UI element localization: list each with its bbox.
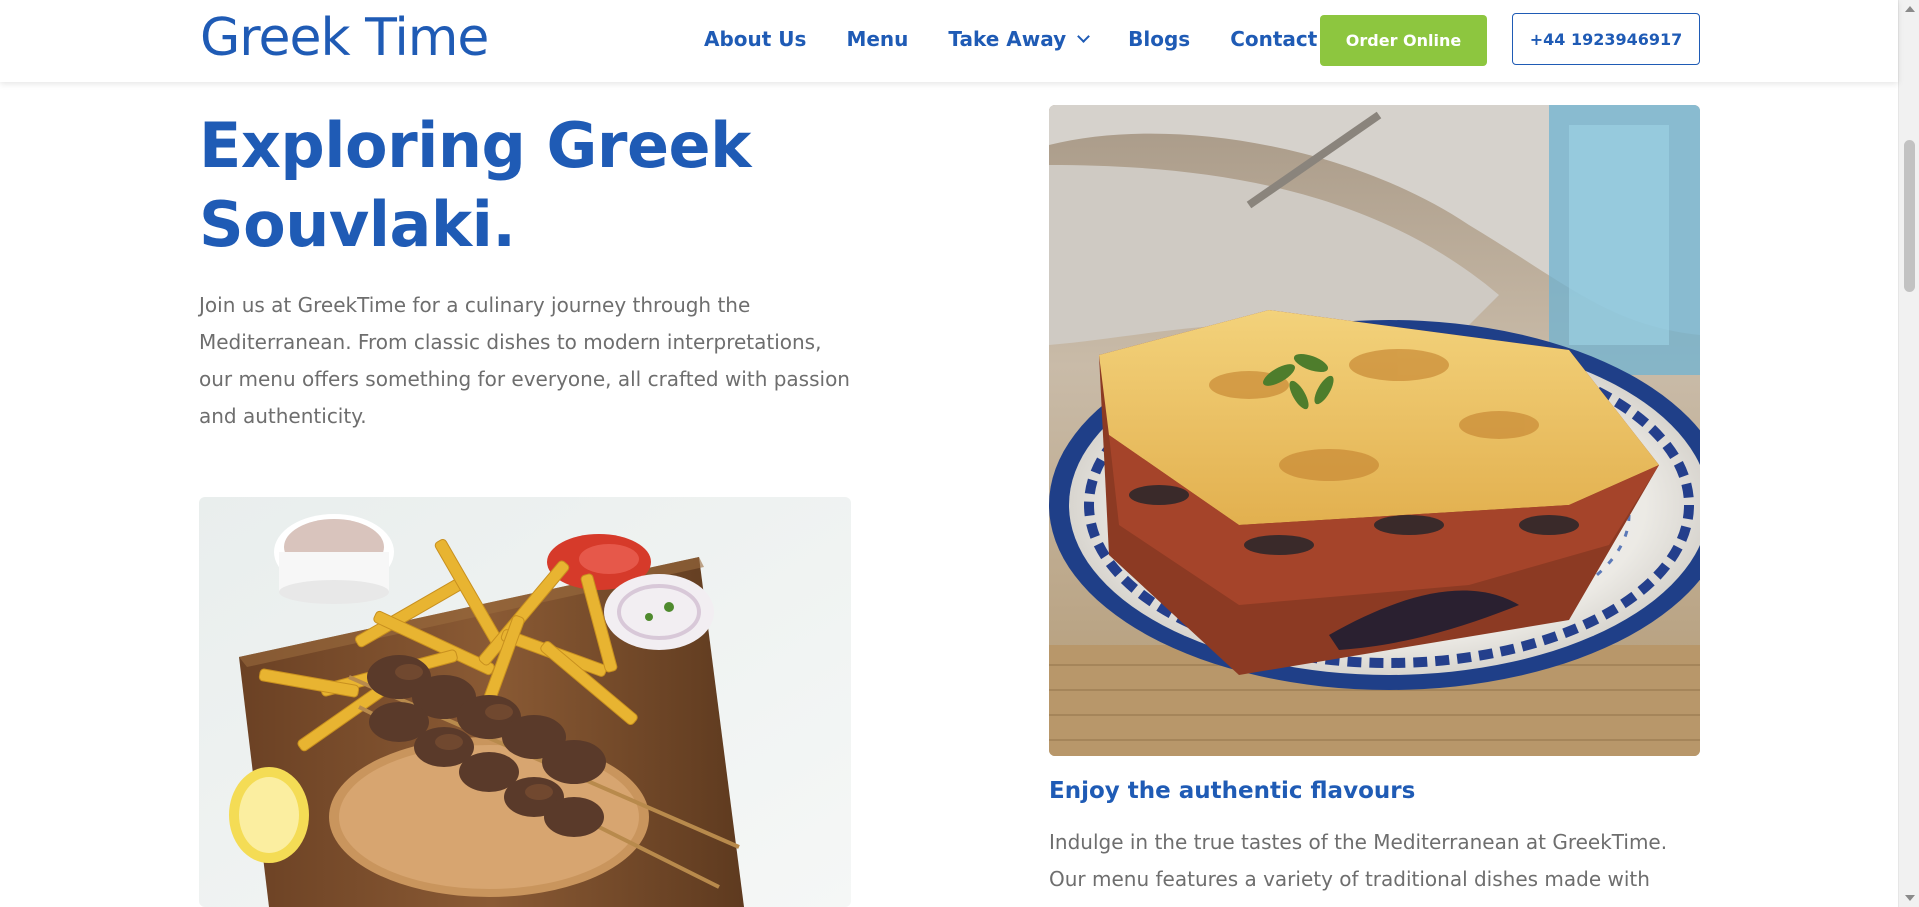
phone-button[interactable]: +44 1923946917 xyxy=(1512,13,1700,65)
page-title: Exploring Greek Souvlaki. xyxy=(199,106,899,264)
moussaka-image xyxy=(1049,105,1700,756)
order-online-button[interactable]: Order Online xyxy=(1320,15,1487,66)
scroll-thumb[interactable] xyxy=(1904,140,1915,292)
nav-blogs[interactable]: Blogs xyxy=(1128,27,1190,51)
nav-take-away[interactable]: Take Away xyxy=(948,27,1091,51)
souvlaki-image xyxy=(199,497,851,907)
scroll-up-icon[interactable] xyxy=(1905,6,1915,12)
site-header: Greek Time About Us Menu Take Away Blogs… xyxy=(0,0,1898,82)
feature-paragraph: Indulge in the true tastes of the Medite… xyxy=(1049,830,1668,907)
main-nav: About Us Menu Take Away Blogs Contact xyxy=(704,24,1317,54)
nav-about-us[interactable]: About Us xyxy=(704,27,806,51)
page-title-line-1: Exploring Greek xyxy=(199,109,751,182)
nav-menu[interactable]: Menu xyxy=(846,27,908,51)
scroll-down-icon[interactable] xyxy=(1905,895,1915,901)
vertical-scrollbar[interactable] xyxy=(1898,0,1919,907)
page-title-line-2: Souvlaki. xyxy=(199,188,516,261)
site-logo[interactable]: Greek Time xyxy=(200,6,489,70)
hero-paragraph: Join us at GreekTime for a culinary jour… xyxy=(199,293,850,428)
nav-take-away-label: Take Away xyxy=(948,27,1067,51)
page: Greek Time About Us Menu Take Away Blogs… xyxy=(0,0,1919,907)
feature-title: Enjoy the authentic flavours xyxy=(1049,778,1416,804)
nav-contact[interactable]: Contact xyxy=(1230,27,1317,51)
chevron-down-icon[interactable] xyxy=(1077,30,1091,43)
